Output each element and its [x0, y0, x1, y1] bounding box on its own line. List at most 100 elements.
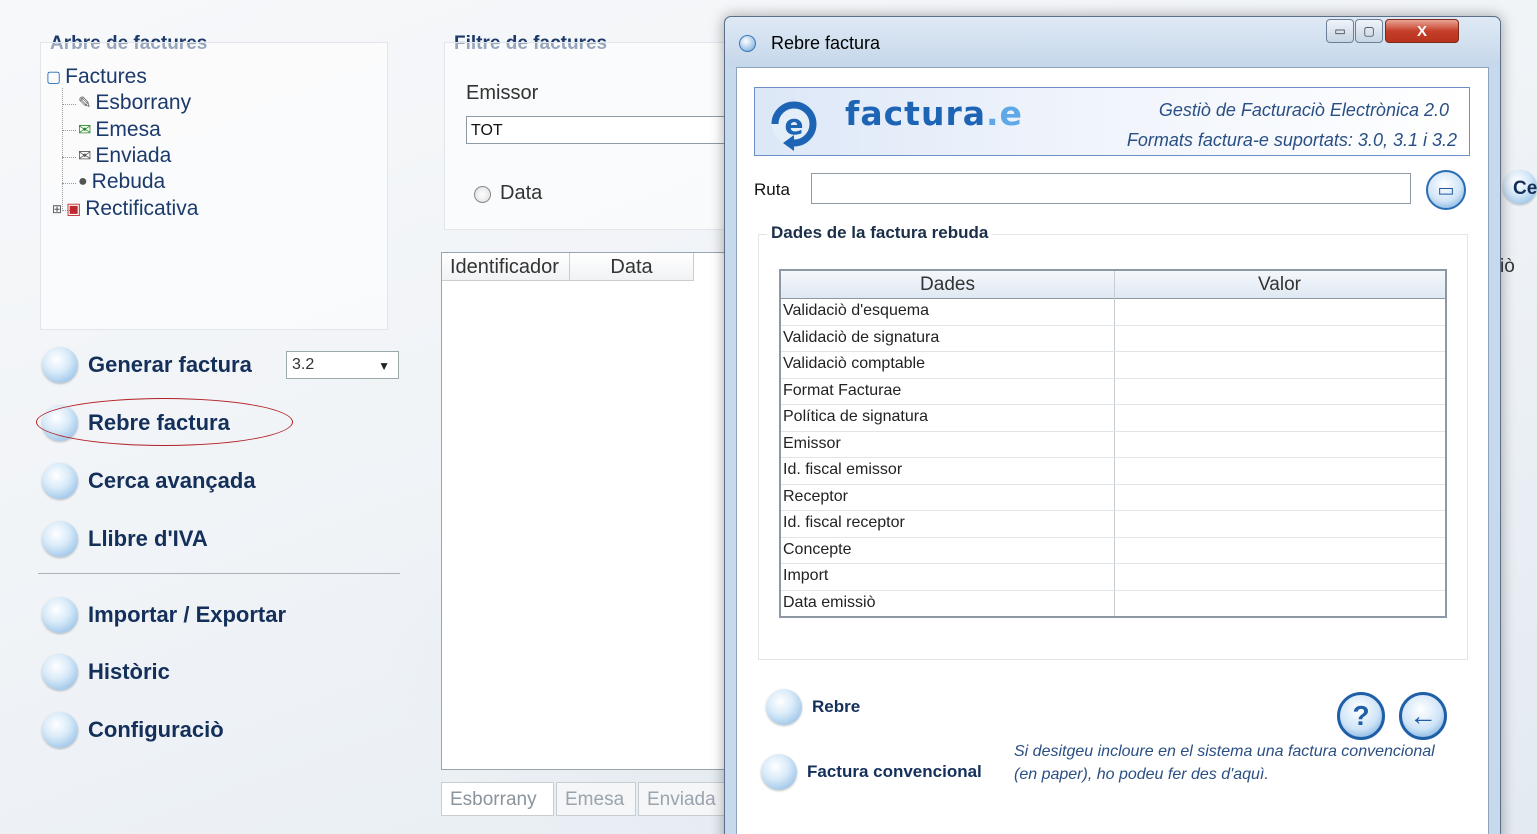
table-row[interactable]: Id. fiscal receptor	[781, 511, 1445, 538]
rebre-button[interactable]: Rebre	[766, 689, 860, 725]
importar-exportar-button[interactable]: Importar / Exportar	[42, 597, 286, 633]
dades-group-title: Dades de la factura rebuda	[767, 223, 993, 243]
tree-connector-h	[62, 183, 76, 184]
column-header-dades[interactable]: Dades	[781, 274, 1114, 296]
app-icon	[739, 35, 756, 52]
emissor-label: Emissor	[466, 82, 539, 104]
importar-exportar-label: Importar / Exportar	[88, 602, 287, 627]
close-button[interactable]: X	[1385, 19, 1459, 43]
invoice-list[interactable]: Identificador Data	[441, 252, 741, 770]
folder-red-icon: ▣	[66, 201, 82, 218]
table-row[interactable]: Política de signatura	[781, 405, 1445, 432]
column-header-partial: iò	[1500, 256, 1515, 277]
generar-factura-label: Generar factura	[88, 352, 252, 377]
minimize-button[interactable]: ▭	[1326, 19, 1354, 43]
data-radio[interactable]	[474, 186, 491, 203]
table-row[interactable]: Emissor	[781, 432, 1445, 458]
factura-convencional-label: Factura convencional	[807, 762, 982, 781]
dialog-titlebar[interactable]: Rebre factura ▭ ▢ X	[725, 17, 1500, 67]
factura-convencional-button[interactable]: Factura convencional	[761, 754, 982, 790]
tree-item-enviada[interactable]: ✉ Enviada	[78, 144, 171, 168]
sphere-icon	[42, 597, 78, 633]
tree-item-rebuda[interactable]: ● Rebuda	[78, 170, 165, 194]
tree-connector-h	[62, 104, 76, 105]
configuracio-button[interactable]: Configuraciò	[42, 712, 224, 748]
sphere-icon	[42, 712, 78, 748]
convencional-hint: Si desitgeu incloure en el sistema una f…	[1014, 740, 1537, 786]
tree-root-factures[interactable]: ▢ Factures	[46, 65, 147, 89]
tree-connector-h	[62, 157, 76, 158]
rebre-factura-dialog: Rebre factura ▭ ▢ X e factura.e Gestiò d…	[724, 16, 1501, 834]
tab-enviada[interactable]: Enviada	[638, 782, 728, 816]
llibre-iva-button[interactable]: Llibre d'IVA	[42, 521, 208, 557]
ruta-input[interactable]	[811, 173, 1411, 204]
tree-item-label: Rectificativa	[85, 197, 199, 220]
banner-line-1: Gestiò de Facturaciò Electrònica 2.0	[1158, 100, 1449, 120]
banner-line-2: Formats factura-e suportats: 3.0, 3.1 i …	[1126, 130, 1457, 150]
envelope-check-icon: ✉	[78, 122, 92, 139]
tab-esborrany[interactable]: Esborrany	[441, 782, 554, 816]
table-row[interactable]: Receptor	[781, 485, 1445, 511]
browse-folder-button[interactable]: ▭	[1426, 170, 1466, 210]
generar-factura-button[interactable]: Generar factura	[42, 347, 252, 383]
eraser-icon: ✎	[78, 95, 92, 112]
column-header-valor[interactable]: Valor	[1114, 274, 1445, 296]
table-row[interactable]: Validaciò de signatura	[781, 326, 1445, 352]
tree-item-label: Rebuda	[91, 170, 166, 193]
tree-root-label: Factures	[65, 65, 147, 88]
tree-item-label: Esborrany	[95, 91, 192, 114]
inbox-icon: ●	[78, 173, 88, 190]
chevron-down-icon: ▼	[378, 359, 390, 373]
tree-item-emesa[interactable]: ✉ Emesa	[78, 118, 161, 142]
highlight-ellipse	[36, 398, 293, 446]
column-header-data[interactable]: Data	[570, 253, 694, 281]
sphere-icon	[761, 754, 797, 790]
back-button[interactable]: ←	[1399, 692, 1447, 740]
ruta-label: Ruta	[754, 180, 790, 199]
dades-table-header: Dades Valor	[781, 271, 1445, 299]
cerca-button-partial[interactable]: Ce	[1513, 178, 1537, 200]
help-button[interactable]: ?	[1337, 692, 1385, 740]
table-row[interactable]: Validaciò d'esquema	[781, 299, 1445, 326]
rebre-label: Rebre	[812, 697, 861, 716]
tab-emesa[interactable]: Emesa	[556, 782, 636, 816]
table-row[interactable]: Id. fiscal emissor	[781, 458, 1445, 485]
hint-line-1: Si desitgeu incloure en el sistema una f…	[1014, 743, 1435, 760]
sphere-icon	[42, 521, 78, 557]
tree-item-esborrany[interactable]: ✎ Esborrany	[78, 91, 191, 115]
table-row[interactable]: Format Facturae	[781, 379, 1445, 405]
llibre-iva-label: Llibre d'IVA	[88, 526, 208, 551]
table-row[interactable]: Concepte	[781, 538, 1445, 564]
table-row[interactable]: Validaciò comptable	[781, 352, 1445, 379]
nav-divider	[38, 573, 400, 574]
expand-icon[interactable]: ⊞	[52, 202, 62, 216]
table-row[interactable]: Import	[781, 564, 1445, 591]
configuracio-label: Configuraciò	[88, 717, 224, 742]
historic-button[interactable]: Històric	[42, 654, 170, 690]
table-row[interactable]: Data emissiò	[781, 591, 1445, 618]
hint-line-2: (en paper), ho podeu fer des d'aquì.	[1014, 766, 1269, 783]
arrow-left-icon: ←	[1409, 700, 1437, 731]
maximize-button[interactable]: ▢	[1355, 19, 1383, 43]
emissor-field[interactable]: TOT	[466, 116, 736, 144]
question-icon: ?	[1352, 700, 1370, 731]
facturae-logo-text: factura.e	[845, 94, 1023, 133]
column-header-identificador[interactable]: Identificador	[442, 253, 570, 281]
dialog-body: e factura.e Gestiò de Facturaciò Electrò…	[736, 67, 1489, 834]
sphere-icon	[42, 347, 78, 383]
tree-item-rectificativa[interactable]: ⊞ ▣ Rectificativa	[52, 197, 198, 221]
historic-label: Històric	[88, 659, 170, 684]
facturae-banner: e factura.e Gestiò de Facturaciò Electrò…	[754, 87, 1470, 156]
tree-item-label: Enviada	[95, 144, 172, 167]
sphere-icon	[42, 654, 78, 690]
dialog-title: Rebre factura	[771, 33, 881, 53]
folder-icon: ▭	[1437, 179, 1455, 200]
cerca-avancada-button[interactable]: Cerca avançada	[42, 463, 256, 499]
tree-connector-h	[62, 130, 76, 131]
dades-table: Dades Valor Validaciò d'esquema Validaci…	[779, 269, 1447, 618]
sphere-icon	[42, 463, 78, 499]
version-select-value: 3.2	[292, 356, 315, 373]
tree-connector	[62, 88, 63, 211]
version-select[interactable]: 3.2 ▼	[286, 351, 399, 379]
cerca-avancada-label: Cerca avançada	[88, 468, 256, 493]
